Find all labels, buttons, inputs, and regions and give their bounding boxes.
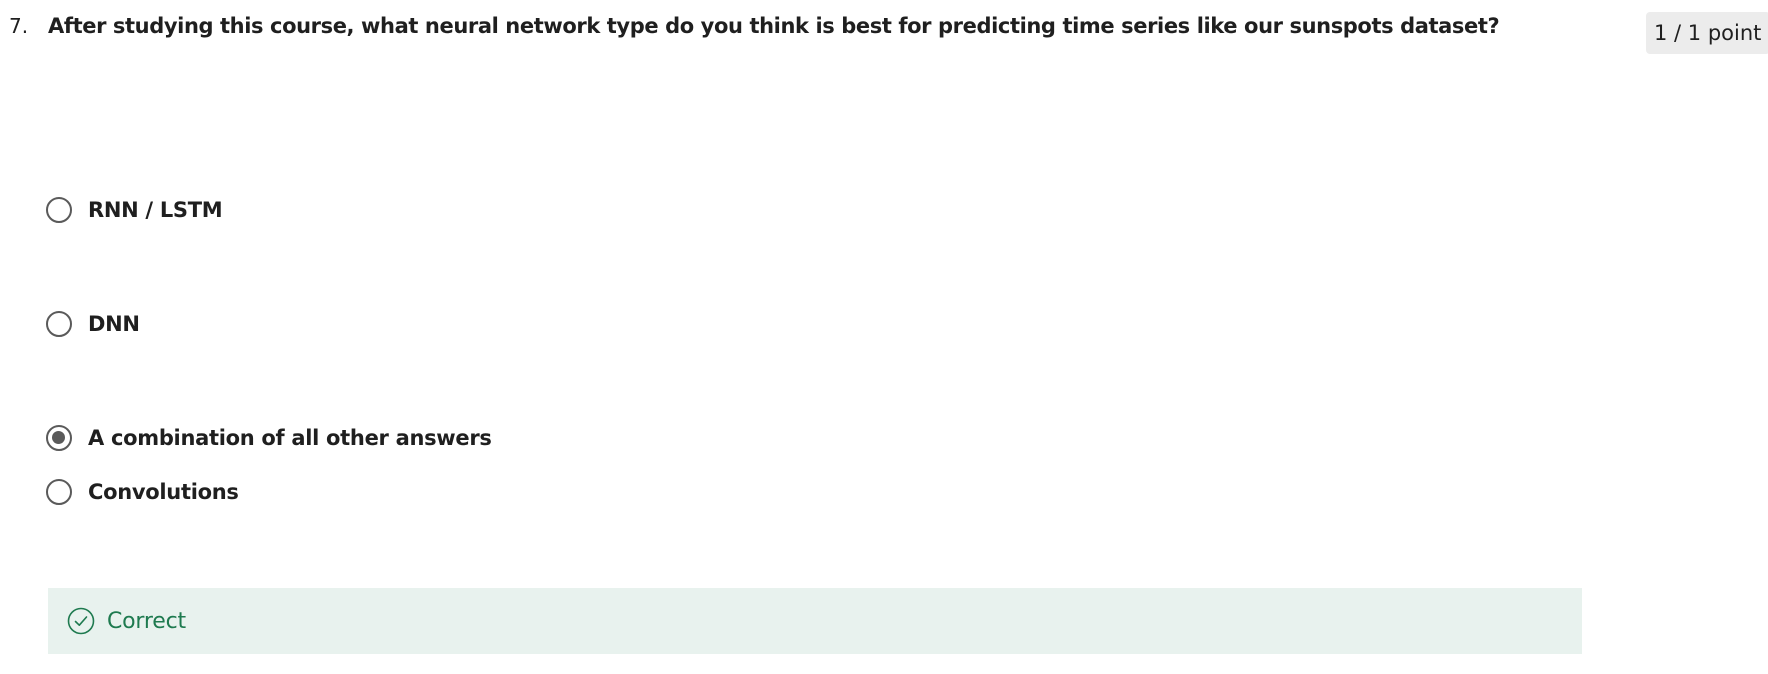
radio-button[interactable] xyxy=(46,311,72,337)
question-number: 7. xyxy=(9,14,29,38)
option-label: DNN xyxy=(88,312,140,336)
option-convolutions[interactable]: Convolutions xyxy=(46,476,239,508)
radio-button[interactable] xyxy=(46,479,72,505)
question-text: After studying this course, what neural … xyxy=(48,14,1500,38)
option-dnn[interactable]: DNN xyxy=(46,308,140,340)
points-badge: 1 / 1 point xyxy=(1646,12,1768,54)
feedback-status: Correct xyxy=(107,608,186,634)
check-circle-icon xyxy=(67,607,95,635)
option-label: RNN / LSTM xyxy=(88,198,223,222)
option-combination[interactable]: A combination of all other answers xyxy=(46,422,492,454)
option-label: A combination of all other answers xyxy=(88,426,492,450)
option-rnn-lstm[interactable]: RNN / LSTM xyxy=(46,194,223,226)
radio-button-selected[interactable] xyxy=(46,425,72,451)
option-label: Convolutions xyxy=(88,480,239,504)
feedback-banner: Correct xyxy=(48,588,1582,654)
radio-button[interactable] xyxy=(46,197,72,223)
